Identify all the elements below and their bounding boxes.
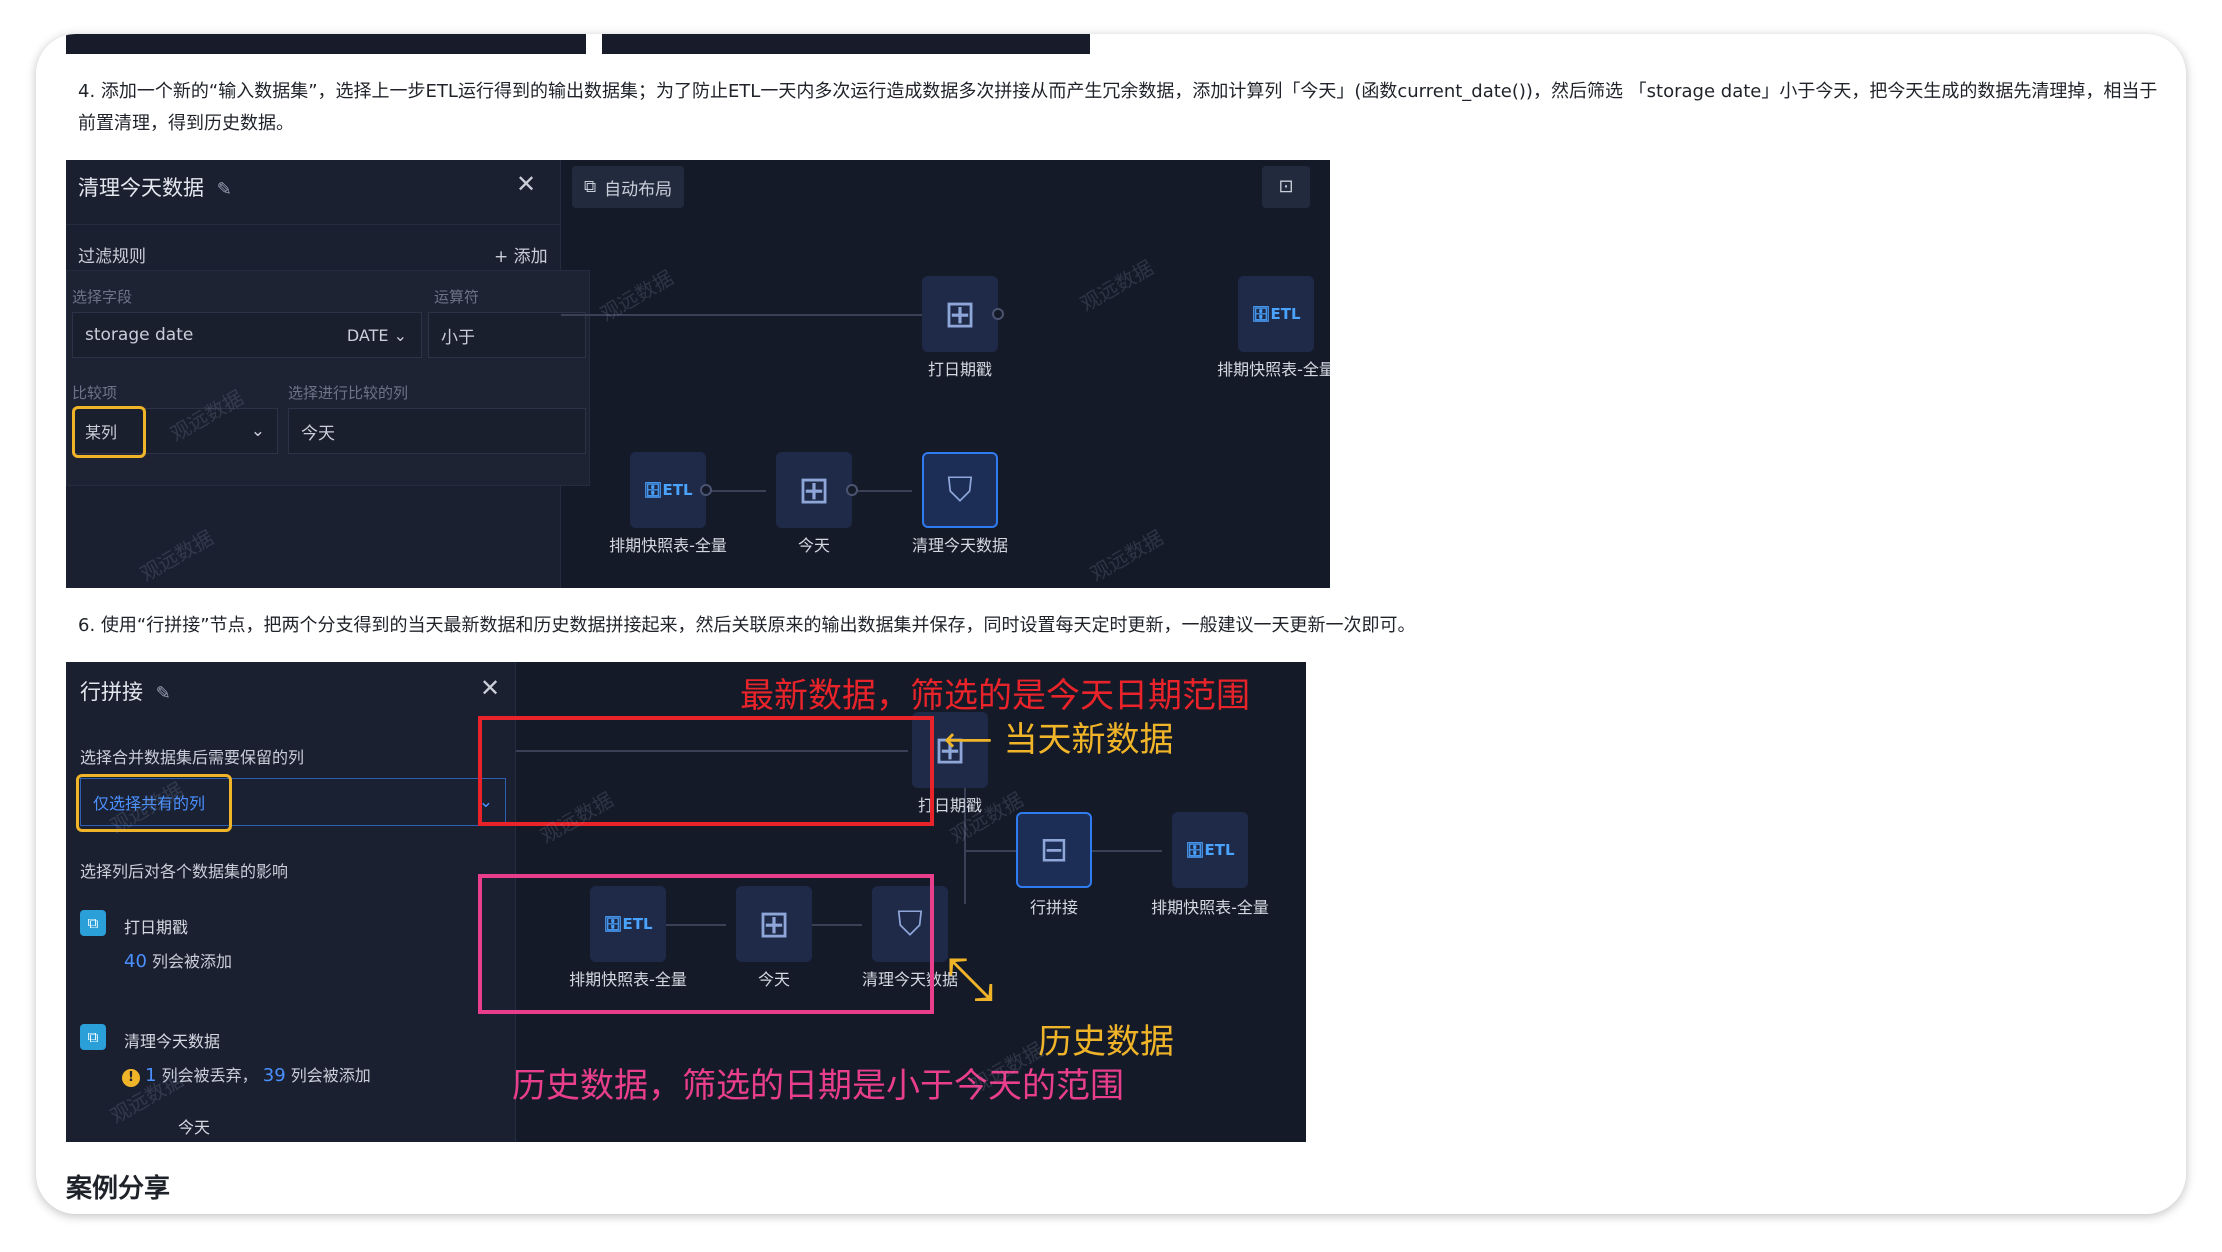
- chevron-down-icon: ⌄: [393, 325, 407, 345]
- add-rule-button[interactable]: + 添加: [494, 242, 548, 267]
- filter-rules-label: 过滤规则: [78, 247, 146, 267]
- node-snapshot-input-label: 排期快照表-全量: [609, 536, 727, 555]
- annotation-latest: 最新数据，筛选的是今天日期范围: [740, 676, 1250, 716]
- node-union[interactable]: ⊟: [1016, 812, 1092, 888]
- close-icon[interactable]: ✕: [480, 674, 500, 702]
- impact-label: 选择列后对各个数据集的影响: [80, 862, 289, 881]
- panel-divider: [66, 224, 561, 225]
- auto-layout-button[interactable]: ⧉ 自动布局: [572, 166, 685, 208]
- close-icon[interactable]: ✕: [516, 170, 536, 198]
- edit-icon[interactable]: ✎: [156, 683, 171, 704]
- layout-icon: ⧉: [584, 177, 597, 197]
- watermark: 观远数据: [596, 265, 678, 327]
- screenshot-union-config: 行拼接 ✎ ✕ 选择合并数据集后需要保留的列 仅选择共有的列 ⌄ 选择列后对各个…: [66, 662, 1306, 1142]
- union-panel-title: 行拼接 ✎: [80, 680, 171, 704]
- clipped-image-left: [66, 34, 586, 54]
- node-stamp[interactable]: ⊞: [922, 276, 998, 352]
- node-clean-today[interactable]: ⛉: [922, 452, 998, 528]
- filter-panel-title: 清理今天数据 ✎: [78, 176, 232, 200]
- keep-cols-label: 选择合并数据集后需要保留的列: [80, 748, 305, 767]
- dataset-impact: 40 列会被添加: [124, 951, 233, 972]
- etl-db-icon: 🗄ETL: [1251, 305, 1301, 323]
- annotation-history: 历史数据: [1038, 1022, 1174, 1062]
- fullscreen-icon[interactable]: ⊡: [1262, 166, 1310, 208]
- etl-db-icon: 🗄ETL: [643, 481, 693, 499]
- dataset-name: 今天: [178, 1118, 211, 1137]
- dataset-name: 打日期戳: [124, 918, 189, 937]
- compare-highlight: [72, 406, 146, 458]
- calc-icon: ⊞: [798, 468, 830, 512]
- node-snapshot-output-label: 排期快照表-全量: [1151, 898, 1269, 917]
- node-stamp-label: 打日期戳: [927, 360, 992, 379]
- field-select[interactable]: storage date DATE ⌄: [72, 312, 422, 358]
- compare-col-select[interactable]: 今天: [288, 408, 586, 454]
- dataset-name: 清理今天数据: [124, 1032, 221, 1051]
- history-data-box: [478, 874, 934, 1014]
- step6-paragraph: 6. 使用“行拼接”节点，把两个分支得到的当天最新数据和历史数据拼接起来，然后关…: [78, 615, 1416, 636]
- step4-paragraph: 4. 添加一个新的“输入数据集”，选择上一步ETL运行得到的输出数据集；为了防止…: [78, 81, 2158, 134]
- edit-icon[interactable]: ✎: [217, 179, 232, 200]
- section-heading: 案例分享: [66, 1174, 171, 1204]
- field-type: DATE ⌄: [346, 325, 407, 345]
- dataset-icon: ⧉: [80, 1024, 106, 1050]
- latest-data-box: [478, 716, 934, 826]
- operator-label: 运算符: [434, 288, 480, 306]
- node-snapshot-output[interactable]: 🗄ETL: [1172, 812, 1248, 888]
- chevron-down-icon: ⌄: [250, 421, 265, 441]
- node-snapshot-output-label: 排期快照表-全量: [1217, 360, 1330, 379]
- document-card: 4. 添加一个新的“输入数据集”，选择上一步ETL运行得到的输出数据集；为了防止…: [36, 34, 2186, 1214]
- node-clean-today-label: 清理今天数据: [911, 536, 1008, 555]
- etl-db-icon: 🗄ETL: [1185, 841, 1235, 859]
- annotation-new-today: ⟵ 当天新数据: [944, 720, 1174, 760]
- clipped-image-right: [602, 34, 1090, 54]
- screenshot-filter-config: 清理今天数据 ✎ ✕ 过滤规则 + 添加 选择字段 运算符 storage da…: [66, 160, 1330, 588]
- node-snapshot-input[interactable]: 🗄ETL: [630, 452, 706, 528]
- field-label: 选择字段: [72, 288, 133, 306]
- watermark: 观远数据: [1086, 525, 1168, 587]
- node-today-label: 今天: [797, 536, 830, 555]
- filter-icon: ⛉: [947, 470, 973, 510]
- dataset-icon: ⧉: [80, 910, 106, 936]
- node-snapshot-output[interactable]: 🗄ETL: [1238, 276, 1314, 352]
- compare-col-label: 选择进行比较的列: [288, 384, 409, 402]
- watermark: 观远数据: [1076, 255, 1158, 317]
- arrow-left-icon: ⟵: [944, 720, 993, 760]
- calc-icon: ⊞: [944, 292, 976, 336]
- compare-label: 比较项: [72, 384, 118, 402]
- node-today[interactable]: ⊞: [776, 452, 852, 528]
- node-union-label: 行拼接: [1029, 898, 1078, 917]
- operator-select[interactable]: 小于: [428, 312, 586, 358]
- arrow-up-left-icon: ⤡: [946, 944, 994, 1014]
- union-icon: ⊟: [1039, 830, 1069, 870]
